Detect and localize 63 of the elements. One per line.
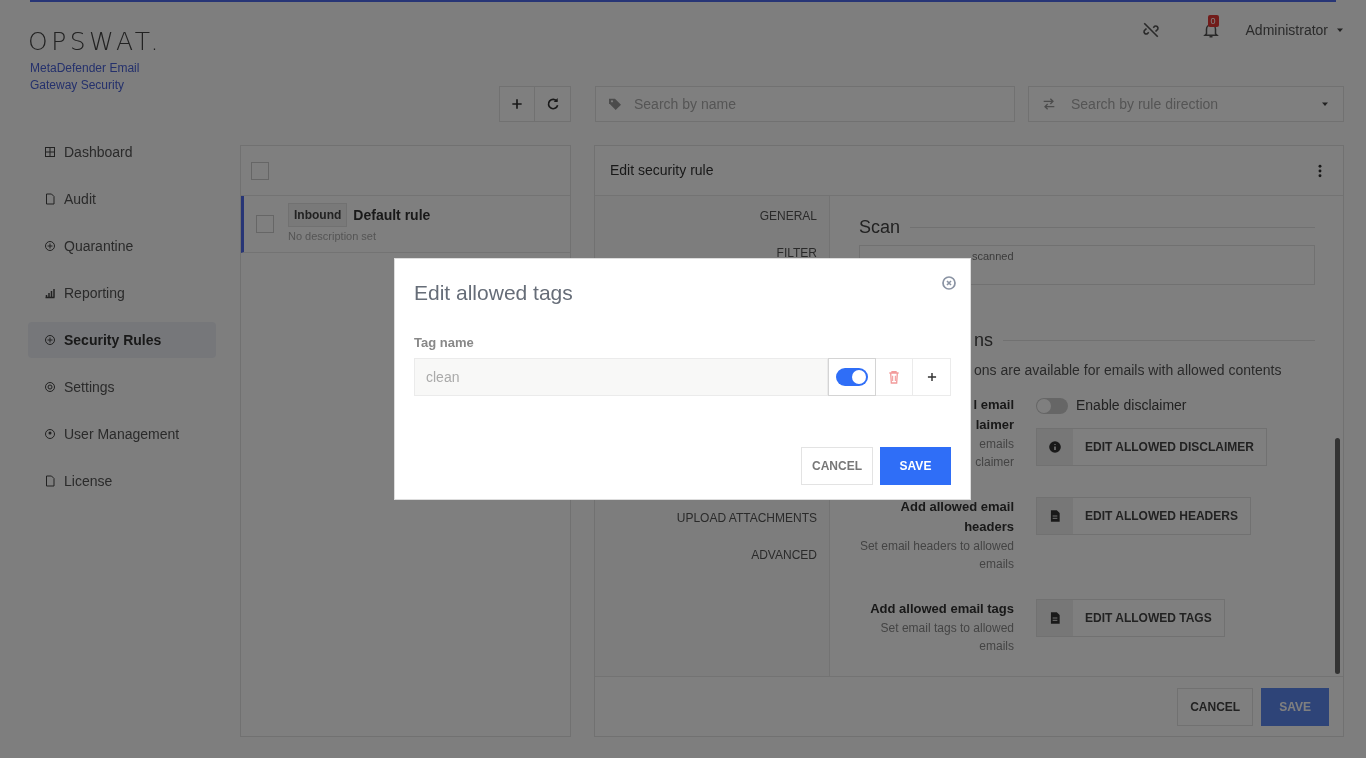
direction-tag: Inbound (288, 203, 348, 228)
option-title: Add allowed email tags (870, 600, 1014, 618)
section-note: ons are available for emails with allowed contents (974, 361, 1282, 380)
refresh-button[interactable] (535, 86, 571, 122)
edit-button[interactable]: EDIT ALLOWED DISCLAIMER (1036, 428, 1267, 466)
document-icon (1048, 611, 1062, 625)
logo: OPSWAT. (28, 28, 163, 56)
sidebar-item[interactable]: Security Rules (28, 322, 216, 358)
rule-name: Default rule (353, 205, 431, 225)
select-all-checkbox[interactable] (251, 161, 269, 180)
sidebar-item[interactable]: Reporting (28, 275, 216, 311)
sidebar-item[interactable]: Dashboard (28, 134, 216, 170)
info-icon (1048, 440, 1062, 454)
toggle-label: Enable disclaimer (1076, 396, 1187, 415)
save-button[interactable]: SAVE (1261, 687, 1329, 726)
sidebar-item[interactable]: Quarantine (28, 228, 216, 264)
option-title: laimer (975, 416, 1014, 434)
add-button[interactable] (499, 86, 535, 122)
field-label: Tag name (414, 333, 475, 352)
option-title: l email (973, 396, 1014, 414)
option-description: emails (979, 436, 1014, 453)
section-title: Scan (859, 216, 901, 239)
section-nav-item[interactable]: UPLOAD ATTACHMENTS (676, 510, 817, 547)
cancel-button[interactable]: CANCEL (801, 447, 873, 485)
trash-icon (886, 369, 902, 385)
delete-button[interactable] (876, 358, 913, 396)
document-icon (1048, 509, 1062, 523)
tag-icon (607, 96, 623, 112)
dialog-title: Edit allowed tags (414, 280, 573, 306)
scrollbar-thumb[interactable] (1335, 438, 1340, 674)
toggle-switch[interactable] (1036, 397, 1068, 414)
sidebar-item[interactable]: Audit (28, 181, 216, 217)
option-title: Add allowed email headers (899, 498, 1014, 536)
section-nav-item[interactable]: GENERAL (759, 208, 817, 245)
document-icon (44, 193, 56, 205)
link-off-icon[interactable] (1141, 21, 1160, 39)
swap-arrows-icon (1041, 96, 1057, 112)
grid-icon (44, 146, 56, 158)
product-name: MetaDefender Email Gateway Security (30, 60, 141, 94)
user-icon (44, 428, 56, 440)
row-checkbox[interactable] (256, 215, 274, 233)
sidebar-item[interactable]: License (28, 463, 216, 499)
cancel-button[interactable]: CANCEL (1177, 687, 1254, 726)
save-button[interactable]: SAVE (880, 447, 951, 485)
settings-icon (44, 381, 56, 393)
plus-icon (509, 96, 525, 112)
section-title: ns (974, 329, 993, 352)
sidebar-item[interactable]: Settings (28, 369, 216, 405)
edit-button[interactable]: EDIT ALLOWED HEADERS (1036, 497, 1251, 535)
sidebar-item[interactable]: User Management (28, 416, 216, 452)
close-icon[interactable] (941, 275, 957, 291)
chart-icon (44, 287, 56, 299)
edit-button[interactable]: EDIT ALLOWED TAGS (1036, 599, 1225, 637)
notification-badge: 0 (1207, 15, 1219, 27)
option-description: Set email headers to allowed emails (859, 538, 1014, 573)
toggle-switch[interactable] (828, 358, 876, 396)
section-nav-item[interactable]: ADVANCED (751, 547, 817, 584)
option-description: claimer (975, 454, 1014, 471)
tag-name-field[interactable]: clean (414, 358, 828, 396)
option-description: Set email tags to allowed emails (879, 620, 1014, 655)
panel-title: Edit security rule (610, 161, 714, 180)
user-menu[interactable]: Administrator (1245, 19, 1346, 41)
document-icon (44, 475, 56, 487)
